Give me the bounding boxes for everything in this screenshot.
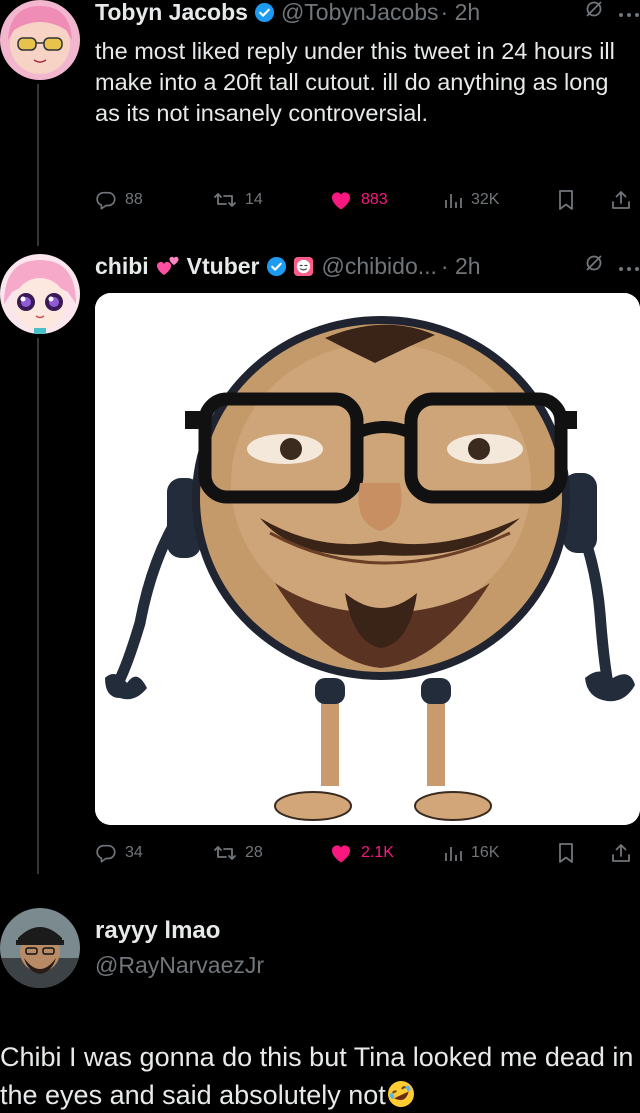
pink-hearts-emoji-icon [155, 254, 181, 278]
share-button[interactable] [610, 189, 632, 211]
views-button[interactable]: 16K [443, 843, 499, 863]
bookmark-icon [557, 189, 575, 211]
reply-button[interactable]: 88 [95, 189, 143, 211]
author-name-part1[interactable]: chibi [95, 253, 149, 280]
author-handle[interactable]: @TobynJacobs [281, 0, 439, 26]
thread-line [37, 338, 39, 874]
header-actions [584, 251, 640, 281]
heart-icon [329, 189, 353, 211]
more-icon[interactable] [618, 253, 640, 279]
grok-icon[interactable] [584, 253, 604, 279]
reply-icon [95, 842, 117, 864]
retweet-count: 28 [245, 844, 263, 861]
tweet-header: Tobyn Jacobs @TobynJacobs · 2h [95, 0, 640, 27]
retweet-button[interactable]: 28 [213, 842, 263, 864]
reply-author-name[interactable]: rayyy lmao [95, 917, 220, 945]
retweet-count: 14 [245, 191, 263, 208]
share-icon [610, 189, 632, 211]
reply-icon [95, 189, 117, 211]
tweet-image[interactable] [95, 293, 640, 825]
avatar[interactable] [0, 254, 80, 334]
author-name[interactable]: Tobyn Jacobs [95, 0, 248, 26]
like-button[interactable]: 2.1K [329, 842, 394, 864]
avatar[interactable] [0, 0, 80, 80]
share-button[interactable] [610, 842, 632, 864]
reply-button[interactable]: 34 [95, 842, 143, 864]
reply-author-handle[interactable]: @RayNarvaezJr [95, 952, 264, 979]
verified-badge-icon [266, 256, 287, 277]
tweet-text: the most liked reply under this tweet in… [95, 38, 615, 126]
reply-text-container: Chibi I was gonna do this but Tina looke… [0, 1038, 640, 1113]
affiliate-badge-icon [293, 256, 314, 277]
share-icon [610, 842, 632, 864]
author-handle[interactable]: @chibido... [322, 253, 437, 280]
author-name-part2[interactable]: Vtuber [187, 253, 260, 280]
reply-count: 88 [125, 191, 143, 208]
tweet-actions: 34 28 2.1K 16K [95, 838, 640, 868]
bookmark-button[interactable] [557, 189, 575, 211]
verified-badge-icon [254, 2, 275, 23]
like-button[interactable]: 883 [329, 189, 388, 211]
views-icon [443, 843, 463, 863]
bookmark-button[interactable] [557, 842, 575, 864]
tweet-header: chibi Vtuber @chibido... · 2h [95, 251, 640, 281]
tweet-actions: 88 14 883 32K [95, 185, 640, 215]
retweet-icon [213, 189, 237, 211]
views-count: 16K [471, 844, 500, 861]
more-icon[interactable] [618, 0, 640, 25]
rofl-emoji-icon [386, 1079, 416, 1109]
retweet-icon [213, 842, 237, 864]
heart-icon [329, 842, 353, 864]
reply-text: Chibi I was gonna do this but Tina looke… [0, 1042, 634, 1110]
thread-line [37, 84, 39, 246]
views-icon [443, 190, 463, 210]
bookmark-icon [557, 842, 575, 864]
timestamp[interactable]: · 2h [441, 253, 481, 280]
views-button[interactable]: 32K [443, 190, 499, 210]
retweet-button[interactable]: 14 [213, 189, 263, 211]
views-count: 32K [471, 191, 500, 208]
avatar[interactable] [0, 908, 80, 988]
like-count: 883 [361, 191, 388, 208]
timestamp[interactable]: · 2h [441, 0, 481, 26]
reply-count: 34 [125, 844, 143, 861]
grok-icon[interactable] [584, 0, 604, 25]
like-count: 2.1K [361, 844, 394, 861]
header-actions [584, 0, 640, 27]
